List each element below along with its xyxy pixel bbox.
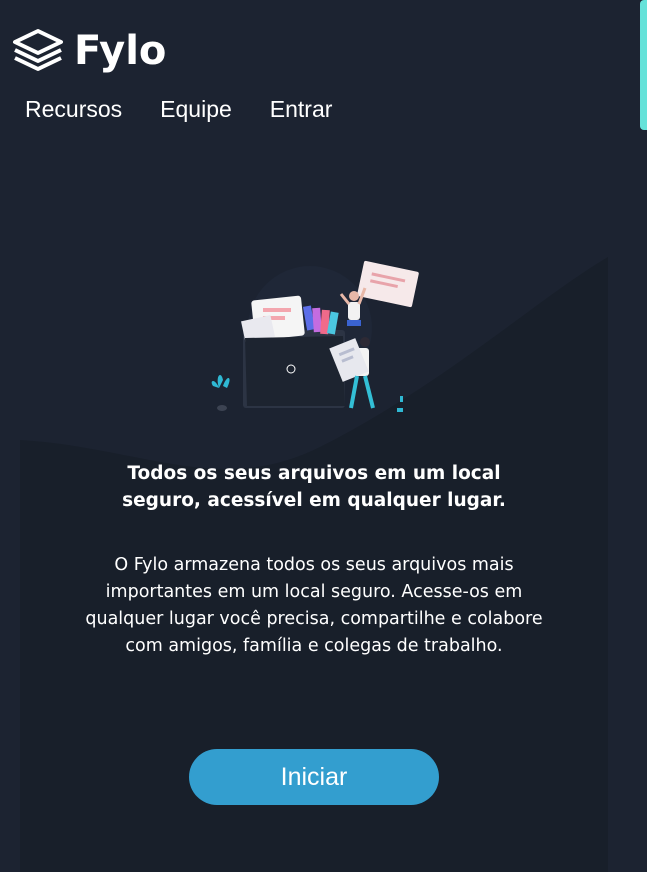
main-nav: Recursos Equipe Entrar	[25, 96, 332, 123]
scrollbar-thumb[interactable]	[640, 0, 647, 130]
hero-headline: Todos os seus arquivos em um local segur…	[122, 463, 506, 511]
header: Fylo	[12, 28, 166, 74]
nav-link-entrar[interactable]: Entrar	[270, 96, 333, 123]
brand-name: Fylo	[74, 28, 167, 74]
file-sharing-illustration	[211, 260, 419, 412]
hero-description: O Fylo armazena todos os seus arquivos m…	[85, 555, 543, 656]
nav-link-equipe[interactable]: Equipe	[160, 96, 232, 123]
nav-link-recursos[interactable]: Recursos	[25, 96, 122, 123]
scrollbar-track[interactable]	[640, 0, 647, 872]
stacked-layers-logo-icon	[13, 29, 63, 71]
brand-logo[interactable]: Fylo	[12, 28, 166, 74]
start-button[interactable]: Iniciar	[189, 749, 439, 805]
